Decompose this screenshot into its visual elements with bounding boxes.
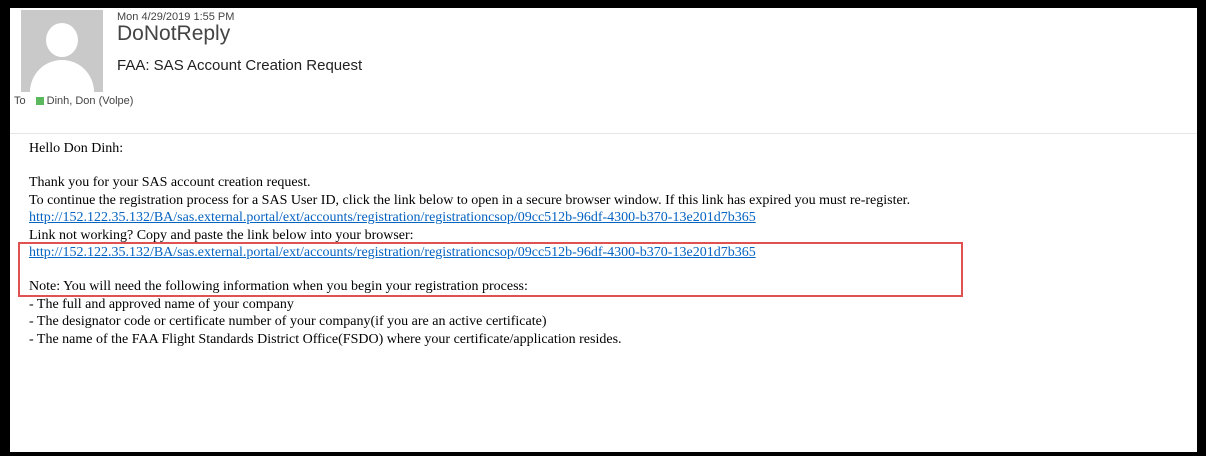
link-highlight-box bbox=[18, 242, 963, 297]
recipient-name[interactable]: Dinh, Don (Volpe) bbox=[47, 95, 134, 107]
email-subject: FAA: SAS Account Creation Request bbox=[117, 57, 363, 74]
sender-avatar bbox=[21, 10, 103, 92]
body-line: To continue the registration process for… bbox=[29, 192, 911, 208]
to-label: To bbox=[14, 95, 26, 107]
note-item: - The designator code or certificate num… bbox=[29, 314, 547, 330]
header-divider bbox=[10, 133, 1197, 134]
presence-status-icon bbox=[35, 97, 44, 105]
email-reading-pane: Mon 4/29/2019 1:55 PM DoNotReply FAA: SA… bbox=[10, 8, 1197, 452]
note-item: - The name of the FAA Flight Standards D… bbox=[29, 331, 622, 347]
avatar-head-shape bbox=[46, 23, 78, 57]
avatar-body-shape bbox=[30, 60, 94, 92]
greeting: Hello Don Dinh: bbox=[29, 141, 124, 156]
note-item: - The full and approved name of your com… bbox=[29, 296, 294, 312]
body-line: Thank you for your SAS account creation … bbox=[29, 175, 311, 191]
recipient-row: To Dinh, Don (Volpe) bbox=[14, 95, 133, 107]
registration-link[interactable]: http://152.122.35.132/BA/sas.external.po… bbox=[29, 210, 756, 225]
sender-name[interactable]: DoNotReply bbox=[117, 22, 230, 46]
